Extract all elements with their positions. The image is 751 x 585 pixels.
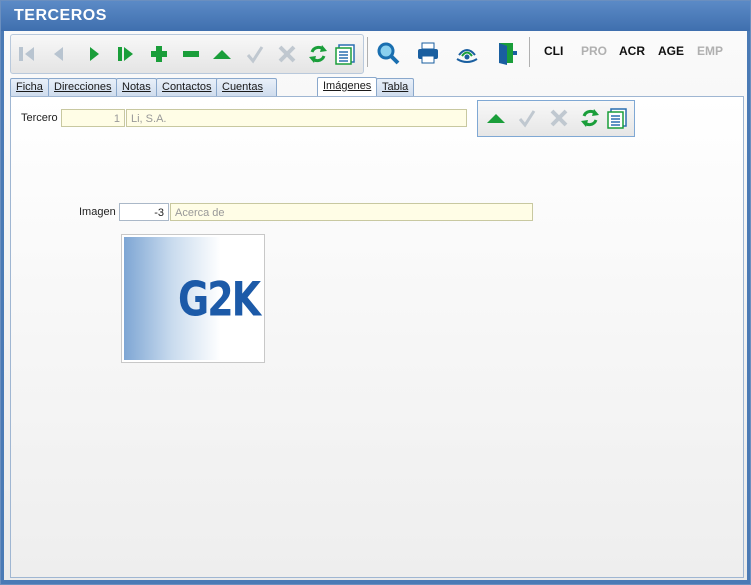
up-icon[interactable] [210,42,234,66]
imagen-label: Imagen [79,206,116,218]
main-window: TERCEROS CLI PRO ACR AGE EMP Ficha Direc… [0,0,751,585]
cli-button[interactable]: CLI [544,44,563,58]
refresh-icon[interactable] [306,42,330,66]
refresh-icon[interactable] [578,106,602,130]
prev-icon[interactable] [47,42,71,66]
pro-button[interactable]: PRO [581,44,607,58]
tab-notas[interactable]: Notas [116,78,157,96]
exit-door-icon[interactable] [495,41,519,65]
up-icon[interactable] [484,106,508,130]
age-button[interactable]: AGE [658,44,684,58]
toolbar-separator-2 [529,37,530,67]
print-icon[interactable] [416,41,440,65]
acr-button[interactable]: ACR [619,44,645,58]
tab-contactos[interactable]: Contactos [156,78,218,96]
tab-direcciones[interactable]: Direcciones [48,78,118,96]
tab-panel: Tercero 1 Li, S.A. Imagen -3 Acerca de G… [10,96,744,578]
last-icon[interactable] [114,42,138,66]
first-icon[interactable] [15,42,39,66]
image-subtoolbar [477,100,635,137]
list-icon[interactable] [605,106,629,130]
next-icon[interactable] [82,42,106,66]
imagen-id-field[interactable]: -3 [119,203,169,221]
title-bar: TERCEROS [1,1,750,31]
client-area: CLI PRO ACR AGE EMP Ficha Direcciones No… [4,31,747,580]
signal-icon[interactable] [455,41,479,65]
emp-button[interactable]: EMP [697,44,723,58]
cancel-icon[interactable] [547,106,571,130]
imagen-desc-field[interactable]: Acerca de [170,203,533,221]
tab-ficha[interactable]: Ficha [10,78,49,96]
check-icon[interactable] [243,42,267,66]
tab-imagenes[interactable]: Imágenes [317,77,378,97]
tercero-id-field[interactable]: 1 [61,109,125,127]
cancel-icon[interactable] [275,42,299,66]
check-icon[interactable] [515,106,539,130]
list-icon[interactable] [333,42,357,66]
toolbar-separator [367,37,368,67]
search-icon[interactable] [376,41,400,65]
image-preview[interactable]: G2K [121,234,265,363]
add-icon[interactable] [147,42,171,66]
window-title: TERCEROS [14,7,107,24]
tab-tabla[interactable]: Tabla [376,78,415,96]
remove-icon[interactable] [179,42,203,66]
tercero-name-field[interactable]: Li, S.A. [126,109,467,127]
g2k-logo: G2K [178,271,261,327]
tab-cuentas-bancarias[interactable]: Cuentas Bancarias [216,78,277,110]
nav-toolbar [10,34,364,74]
tercero-label: Tercero [21,112,58,124]
